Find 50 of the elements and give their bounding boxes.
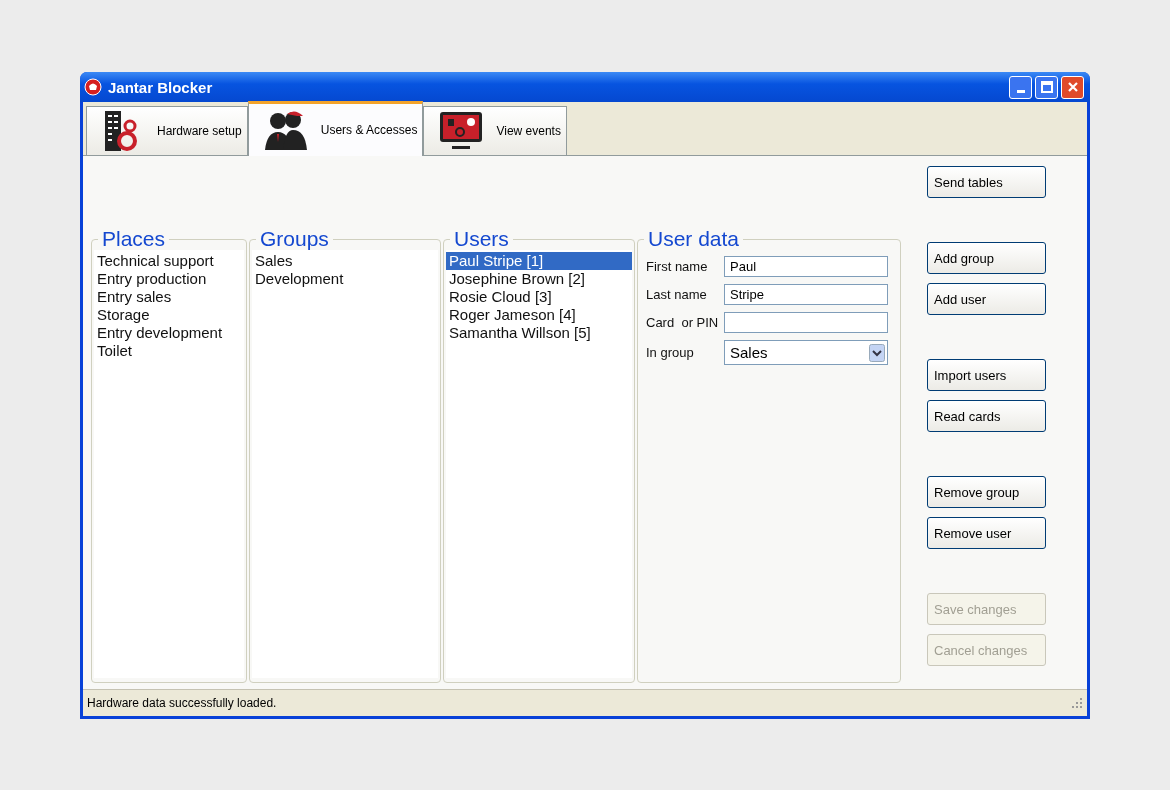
- list-box[interactable]: Technical support Entry production Entry sales Storage Entry development Toilet: [94, 250, 244, 679]
- list-item[interactable]: Development: [252, 270, 438, 289]
- maximize-button[interactable]: [1035, 75, 1058, 99]
- group-dropdown[interactable]: Sales: [724, 340, 888, 366]
- panel-title: User data: [647, 228, 741, 251]
- field-label: Card or PIN: [646, 315, 720, 331]
- tab[interactable]: Users & Accesses: [247, 101, 424, 157]
- list-item[interactable]: Entry production: [94, 270, 244, 289]
- list-item[interactable]: Josephine Brown [2]: [446, 270, 632, 289]
- list-item[interactable]: Rosie Cloud [3]: [446, 288, 632, 307]
- action-button[interactable]: Add group: [927, 242, 1046, 275]
- list-item[interactable]: Technical support: [94, 252, 244, 271]
- people-icon: [262, 108, 309, 153]
- close-icon: [1066, 81, 1079, 94]
- minimize-button[interactable]: [1009, 75, 1032, 99]
- list-item[interactable]: Paul Stripe [1]: [446, 252, 632, 271]
- list-item[interactable]: Roger Jameson [4]: [446, 306, 632, 325]
- tab[interactable]: View events: [423, 106, 567, 156]
- field-label: Last name: [646, 287, 708, 303]
- field-label: In group: [646, 345, 695, 361]
- panel-title: Places: [101, 228, 167, 251]
- minimize-icon: [1016, 89, 1025, 93]
- list-item[interactable]: Storage: [94, 306, 244, 325]
- action-button[interactable]: Remove user: [927, 517, 1046, 550]
- window-title: Jantar Blocker: [108, 78, 214, 96]
- action-button[interactable]: Send tables: [927, 166, 1046, 199]
- list-item[interactable]: Sales: [252, 252, 438, 271]
- panel-title: Groups: [259, 228, 330, 251]
- list-item[interactable]: Entry sales: [94, 288, 244, 307]
- list-item[interactable]: Toilet: [94, 342, 244, 361]
- input-field[interactable]: Paul: [724, 256, 888, 278]
- status-text: Hardware data successfully loaded.: [87, 696, 277, 711]
- action-button[interactable]: Import users: [927, 359, 1046, 392]
- list-item[interactable]: Samantha Willson [5]: [446, 324, 632, 343]
- list-box[interactable]: Paul Stripe [1] Josephine Brown [2] Rosie Cloud [3] Roger Jameson [4] Samantha Willson [5]: [446, 250, 632, 679]
- list-box[interactable]: Sales Development: [252, 250, 438, 679]
- list-item[interactable]: Entry development: [94, 324, 244, 343]
- input-field[interactable]: Stripe: [724, 284, 888, 306]
- tab[interactable]: Hardware setup: [86, 106, 248, 156]
- field-label: First name: [646, 259, 709, 275]
- resize-grip-icon: [1071, 697, 1083, 710]
- input-field[interactable]: [724, 312, 888, 334]
- chevron-down-icon: [869, 343, 885, 362]
- action-button[interactable]: Add user: [927, 283, 1046, 316]
- panel-title: Users: [453, 228, 510, 251]
- maximize-icon: [1040, 81, 1053, 94]
- close-button[interactable]: [1061, 75, 1084, 99]
- app-logo-icon: [84, 78, 102, 97]
- action-button[interactable]: Remove group: [927, 476, 1046, 509]
- action-button[interactable]: Read cards: [927, 400, 1046, 433]
